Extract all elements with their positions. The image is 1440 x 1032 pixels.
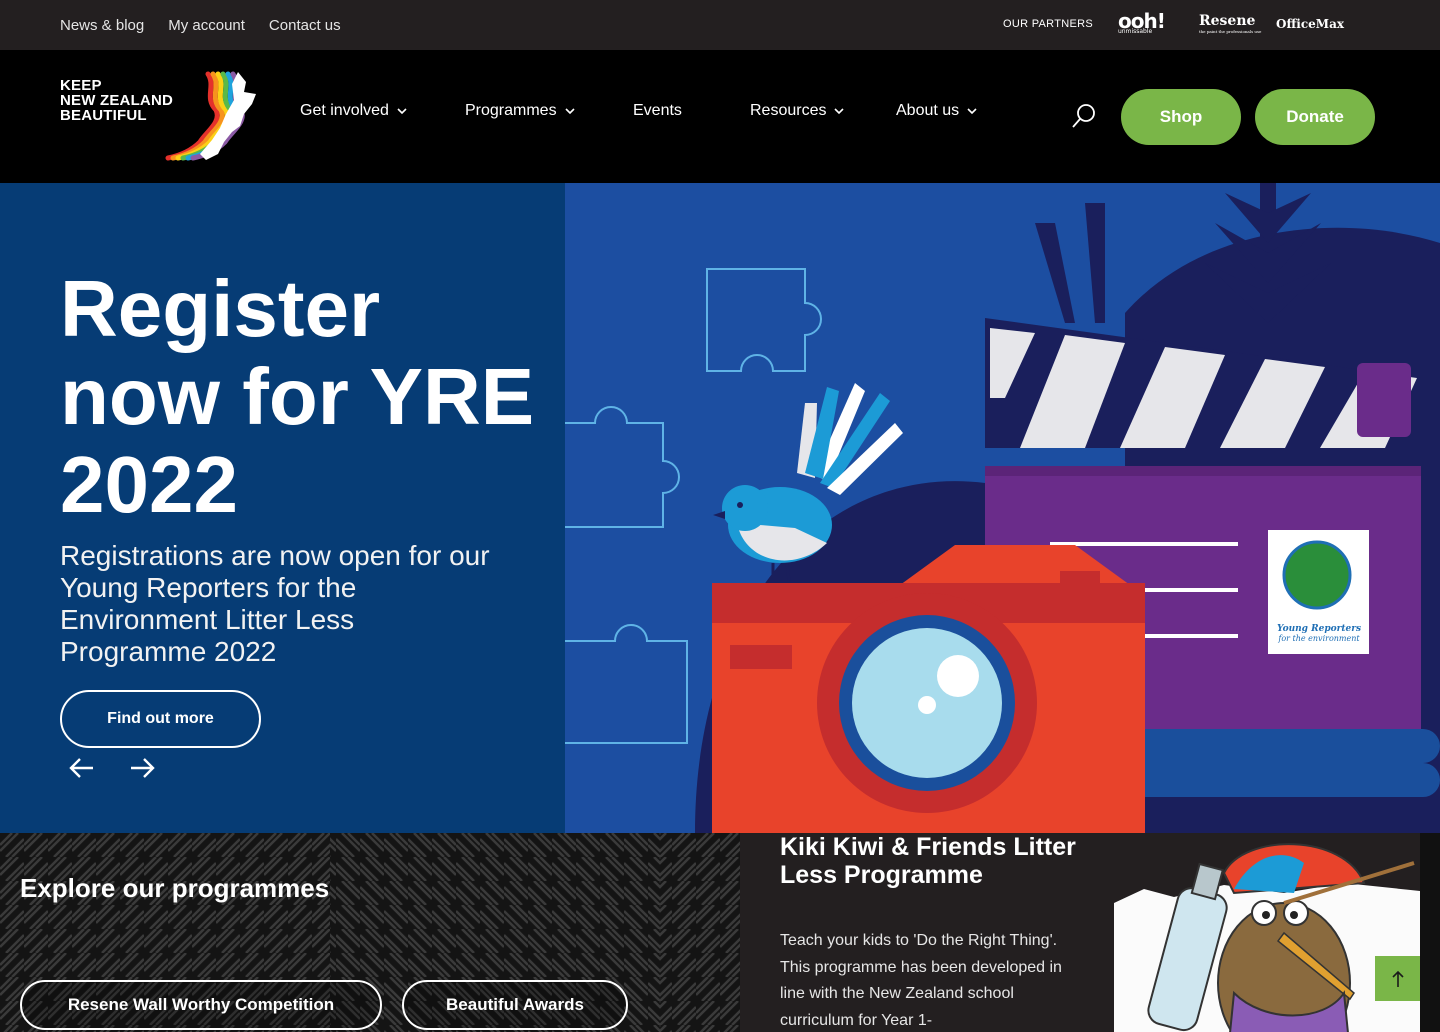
logo-text: KEEP NEW ZEALAND BEAUTIFUL [60, 77, 174, 124]
nav-resources[interactable]: Resources [750, 102, 845, 120]
yre-illustration: Young Reporters for the environment [565, 183, 1440, 833]
yre-badge-line-1: Young Reporters [1277, 624, 1361, 634]
arrow-right-icon[interactable] [129, 756, 155, 780]
chevron-down-icon [565, 108, 575, 115]
news-blog-link[interactable]: News & blog [60, 17, 144, 34]
contact-us-link[interactable]: Contact us [269, 17, 341, 34]
nav-label: Events [633, 102, 682, 119]
nav-label: About us [896, 102, 960, 119]
card-text: Teach your kids to 'Do the Right Thing'.… [780, 932, 1062, 1029]
utility-bar: News & blog My account Contact us OUR PA… [0, 0, 1440, 50]
card-title: Kiki Kiwi & Friends Litter Less Programm… [780, 833, 1076, 889]
chevron-down-icon [967, 108, 977, 115]
kiki-kiwi-illustration [1114, 843, 1420, 1032]
nav-label: Resources [750, 102, 827, 119]
hero-text-panel: Register now for YRE 2022 Registrations … [0, 183, 565, 833]
donate-button[interactable]: Donate [1255, 89, 1375, 145]
shop-button[interactable]: Shop [1121, 89, 1241, 145]
hero-title: Register now for YRE 2022 [60, 264, 535, 529]
rainbow-nz-map-icon [165, 71, 256, 161]
arrow-up-icon [1391, 970, 1404, 987]
nav-about-us[interactable]: About us [896, 102, 977, 120]
my-account-link[interactable]: My account [168, 17, 245, 34]
programme-pill-wall-worthy[interactable]: Resene Wall Worthy Competition [20, 980, 382, 1030]
partners-label: OUR PARTNERS [1003, 18, 1093, 30]
programme-pill-beautiful-awards[interactable]: Beautiful Awards [402, 980, 628, 1030]
hero-subtitle: Registrations are now open for our Young… [60, 540, 490, 667]
yre-badge-line-2: for the environment [1277, 634, 1360, 643]
programme-card[interactable]: Kiki Kiwi & Friends Litter Less Programm… [740, 833, 1420, 1032]
programmes-section: Explore our programmes Resene Wall Worth… [0, 833, 1440, 1032]
search-icon[interactable] [1070, 102, 1098, 130]
kiki-kiwi-image [1114, 833, 1420, 1032]
nav-programmes[interactable]: Programmes [465, 102, 575, 120]
find-out-more-button[interactable]: Find out more [60, 690, 261, 748]
main-header: KEEP NEW ZEALAND BEAUTIFUL Get involved … [0, 50, 1440, 183]
utility-links: News & blog My account Contact us [60, 0, 365, 50]
nav-label: Programmes [465, 102, 557, 119]
nav-label: Get involved [300, 102, 389, 119]
back-to-top-button[interactable] [1375, 956, 1420, 1001]
explore-title: Explore our programmes [20, 873, 330, 903]
hero-illustration: Young Reporters for the environment [565, 183, 1440, 833]
hero-carousel: Register now for YRE 2022 Registrations … [0, 183, 1440, 833]
partner-logo-officemax[interactable]: OfficeMax [1276, 17, 1344, 31]
partner-logo-resene[interactable]: Resene the paint the professionals use [1199, 13, 1261, 34]
chevron-down-icon [834, 108, 845, 115]
chevron-down-icon [397, 108, 407, 115]
site-logo[interactable]: KEEP NEW ZEALAND BEAUTIFUL [60, 70, 260, 163]
arrow-left-icon[interactable] [69, 756, 95, 780]
nav-events[interactable]: Events [633, 102, 682, 120]
nav-get-involved[interactable]: Get involved [300, 102, 407, 120]
partner-logo-ooh[interactable]: ooh! unmissable [1118, 9, 1166, 35]
